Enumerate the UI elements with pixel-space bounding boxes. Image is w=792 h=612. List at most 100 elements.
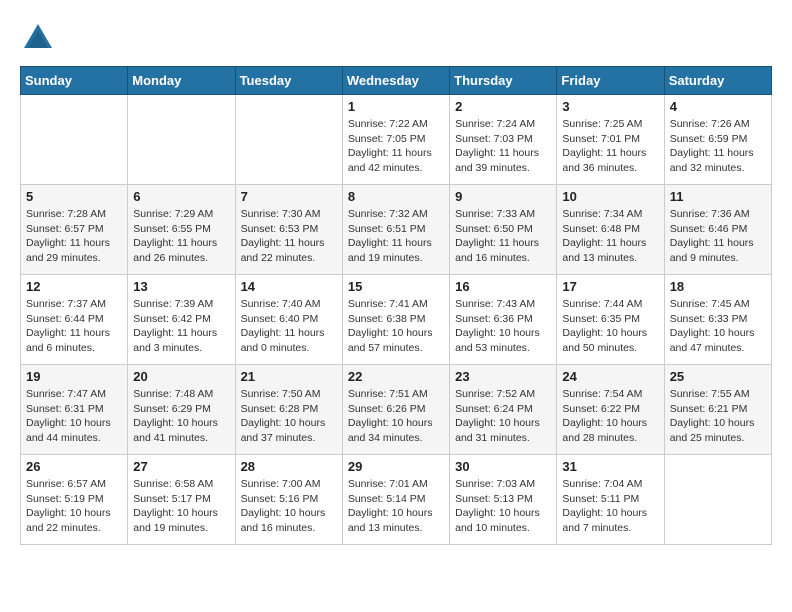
week-row-4: 19 Sunrise: 7:47 AM Sunset: 6:31 PM Dayli… — [21, 365, 772, 455]
weekday-header-row: SundayMondayTuesdayWednesdayThursdayFrid… — [21, 67, 772, 95]
day-number: 20 — [133, 369, 229, 384]
calendar-cell — [128, 95, 235, 185]
day-number: 28 — [241, 459, 337, 474]
day-info: Sunrise: 7:51 AM Sunset: 6:26 PM Dayligh… — [348, 387, 444, 446]
day-number: 18 — [670, 279, 766, 294]
day-number: 19 — [26, 369, 122, 384]
calendar-cell: 7 Sunrise: 7:30 AM Sunset: 6:53 PM Daylig… — [235, 185, 342, 275]
calendar-cell: 29Sunrise: 7:01 AM Sunset: 5:14 PM Dayli… — [342, 455, 449, 545]
day-number: 27 — [133, 459, 229, 474]
day-info: Sunrise: 7:45 AM Sunset: 6:33 PM Dayligh… — [670, 297, 766, 356]
day-info: Sunrise: 7:26 AM Sunset: 6:59 PM Dayligh… — [670, 117, 766, 176]
calendar-cell — [664, 455, 771, 545]
day-number: 31 — [562, 459, 658, 474]
day-number: 14 — [241, 279, 337, 294]
week-row-2: 5 Sunrise: 7:28 AM Sunset: 6:57 PM Daylig… — [21, 185, 772, 275]
day-number: 26 — [26, 459, 122, 474]
weekday-header-wednesday: Wednesday — [342, 67, 449, 95]
day-info: Sunrise: 7:37 AM Sunset: 6:44 PM Dayligh… — [26, 297, 122, 356]
day-info: Sunrise: 7:01 AM Sunset: 5:14 PM Dayligh… — [348, 477, 444, 536]
calendar-cell: 5 Sunrise: 7:28 AM Sunset: 6:57 PM Daylig… — [21, 185, 128, 275]
calendar-cell: 19 Sunrise: 7:47 AM Sunset: 6:31 PM Dayli… — [21, 365, 128, 455]
day-info: Sunrise: 7:52 AM Sunset: 6:24 PM Dayligh… — [455, 387, 551, 446]
day-info: Sunrise: 7:41 AM Sunset: 6:38 PM Dayligh… — [348, 297, 444, 356]
day-info: Sunrise: 7:43 AM Sunset: 6:36 PM Dayligh… — [455, 297, 551, 356]
weekday-header-monday: Monday — [128, 67, 235, 95]
day-number: 15 — [348, 279, 444, 294]
day-number: 3 — [562, 99, 658, 114]
calendar-cell: 17 Sunrise: 7:44 AM Sunset: 6:35 PM Dayli… — [557, 275, 664, 365]
day-number: 11 — [670, 189, 766, 204]
day-info: Sunrise: 6:57 AM Sunset: 5:19 PM Dayligh… — [26, 477, 122, 536]
weekday-header-sunday: Sunday — [21, 67, 128, 95]
day-info: Sunrise: 7:44 AM Sunset: 6:35 PM Dayligh… — [562, 297, 658, 356]
calendar-cell: 12Sunrise: 7:37 AM Sunset: 6:44 PM Dayli… — [21, 275, 128, 365]
calendar-cell: 13 Sunrise: 7:39 AM Sunset: 6:42 PM Dayli… — [128, 275, 235, 365]
day-number: 23 — [455, 369, 551, 384]
day-info: Sunrise: 7:25 AM Sunset: 7:01 PM Dayligh… — [562, 117, 658, 176]
day-number: 25 — [670, 369, 766, 384]
calendar-cell — [21, 95, 128, 185]
day-number: 24 — [562, 369, 658, 384]
day-info: Sunrise: 7:29 AM Sunset: 6:55 PM Dayligh… — [133, 207, 229, 266]
calendar-cell: 2 Sunrise: 7:24 AM Sunset: 7:03 PM Daylig… — [450, 95, 557, 185]
day-info: Sunrise: 7:40 AM Sunset: 6:40 PM Dayligh… — [241, 297, 337, 356]
calendar-cell: 20 Sunrise: 7:48 AM Sunset: 6:29 PM Dayli… — [128, 365, 235, 455]
day-info: Sunrise: 7:48 AM Sunset: 6:29 PM Dayligh… — [133, 387, 229, 446]
calendar-cell: 26 Sunrise: 6:57 AM Sunset: 5:19 PM Dayli… — [21, 455, 128, 545]
day-info: Sunrise: 7:55 AM Sunset: 6:21 PM Dayligh… — [670, 387, 766, 446]
calendar-cell: 27 Sunrise: 6:58 AM Sunset: 5:17 PM Dayli… — [128, 455, 235, 545]
logo — [20, 20, 60, 56]
calendar-cell: 6 Sunrise: 7:29 AM Sunset: 6:55 PM Daylig… — [128, 185, 235, 275]
calendar-cell: 10 Sunrise: 7:34 AM Sunset: 6:48 PM Dayli… — [557, 185, 664, 275]
calendar-cell: 8Sunrise: 7:32 AM Sunset: 6:51 PM Daylig… — [342, 185, 449, 275]
week-row-1: 1 Sunrise: 7:22 AM Sunset: 7:05 PM Daylig… — [21, 95, 772, 185]
day-info: Sunrise: 7:32 AM Sunset: 6:51 PM Dayligh… — [348, 207, 444, 266]
day-number: 17 — [562, 279, 658, 294]
calendar-cell: 15 Sunrise: 7:41 AM Sunset: 6:38 PM Dayli… — [342, 275, 449, 365]
day-info: Sunrise: 7:03 AM Sunset: 5:13 PM Dayligh… — [455, 477, 551, 536]
day-number: 22 — [348, 369, 444, 384]
day-info: Sunrise: 7:39 AM Sunset: 6:42 PM Dayligh… — [133, 297, 229, 356]
day-info: Sunrise: 7:34 AM Sunset: 6:48 PM Dayligh… — [562, 207, 658, 266]
calendar-cell — [235, 95, 342, 185]
calendar-cell: 3 Sunrise: 7:25 AM Sunset: 7:01 PM Daylig… — [557, 95, 664, 185]
day-number: 7 — [241, 189, 337, 204]
day-info: Sunrise: 7:00 AM Sunset: 5:16 PM Dayligh… — [241, 477, 337, 536]
day-info: Sunrise: 7:54 AM Sunset: 6:22 PM Dayligh… — [562, 387, 658, 446]
day-info: Sunrise: 7:24 AM Sunset: 7:03 PM Dayligh… — [455, 117, 551, 176]
day-info: Sunrise: 7:22 AM Sunset: 7:05 PM Dayligh… — [348, 117, 444, 176]
calendar-cell: 9 Sunrise: 7:33 AM Sunset: 6:50 PM Daylig… — [450, 185, 557, 275]
day-info: Sunrise: 7:36 AM Sunset: 6:46 PM Dayligh… — [670, 207, 766, 266]
day-number: 2 — [455, 99, 551, 114]
weekday-header-saturday: Saturday — [664, 67, 771, 95]
day-number: 5 — [26, 189, 122, 204]
day-info: Sunrise: 7:33 AM Sunset: 6:50 PM Dayligh… — [455, 207, 551, 266]
day-info: Sunrise: 7:28 AM Sunset: 6:57 PM Dayligh… — [26, 207, 122, 266]
calendar-cell: 23 Sunrise: 7:52 AM Sunset: 6:24 PM Dayli… — [450, 365, 557, 455]
day-info: Sunrise: 7:50 AM Sunset: 6:28 PM Dayligh… — [241, 387, 337, 446]
day-number: 9 — [455, 189, 551, 204]
weekday-header-friday: Friday — [557, 67, 664, 95]
calendar-cell: 18 Sunrise: 7:45 AM Sunset: 6:33 PM Dayli… — [664, 275, 771, 365]
day-number: 13 — [133, 279, 229, 294]
day-info: Sunrise: 6:58 AM Sunset: 5:17 PM Dayligh… — [133, 477, 229, 536]
calendar-table: SundayMondayTuesdayWednesdayThursdayFrid… — [20, 66, 772, 545]
week-row-5: 26 Sunrise: 6:57 AM Sunset: 5:19 PM Dayli… — [21, 455, 772, 545]
day-info: Sunrise: 7:47 AM Sunset: 6:31 PM Dayligh… — [26, 387, 122, 446]
day-number: 6 — [133, 189, 229, 204]
day-number: 1 — [348, 99, 444, 114]
day-number: 16 — [455, 279, 551, 294]
calendar-cell: 28 Sunrise: 7:00 AM Sunset: 5:16 PM Dayli… — [235, 455, 342, 545]
day-number: 30 — [455, 459, 551, 474]
calendar-cell: 1 Sunrise: 7:22 AM Sunset: 7:05 PM Daylig… — [342, 95, 449, 185]
day-number: 10 — [562, 189, 658, 204]
calendar-cell: 14 Sunrise: 7:40 AM Sunset: 6:40 PM Dayli… — [235, 275, 342, 365]
day-number: 4 — [670, 99, 766, 114]
day-info: Sunrise: 7:30 AM Sunset: 6:53 PM Dayligh… — [241, 207, 337, 266]
week-row-3: 12Sunrise: 7:37 AM Sunset: 6:44 PM Dayli… — [21, 275, 772, 365]
calendar-cell: 31Sunrise: 7:04 AM Sunset: 5:11 PM Dayli… — [557, 455, 664, 545]
weekday-header-tuesday: Tuesday — [235, 67, 342, 95]
calendar-cell: 24 Sunrise: 7:54 AM Sunset: 6:22 PM Dayli… — [557, 365, 664, 455]
page-header — [20, 20, 772, 56]
